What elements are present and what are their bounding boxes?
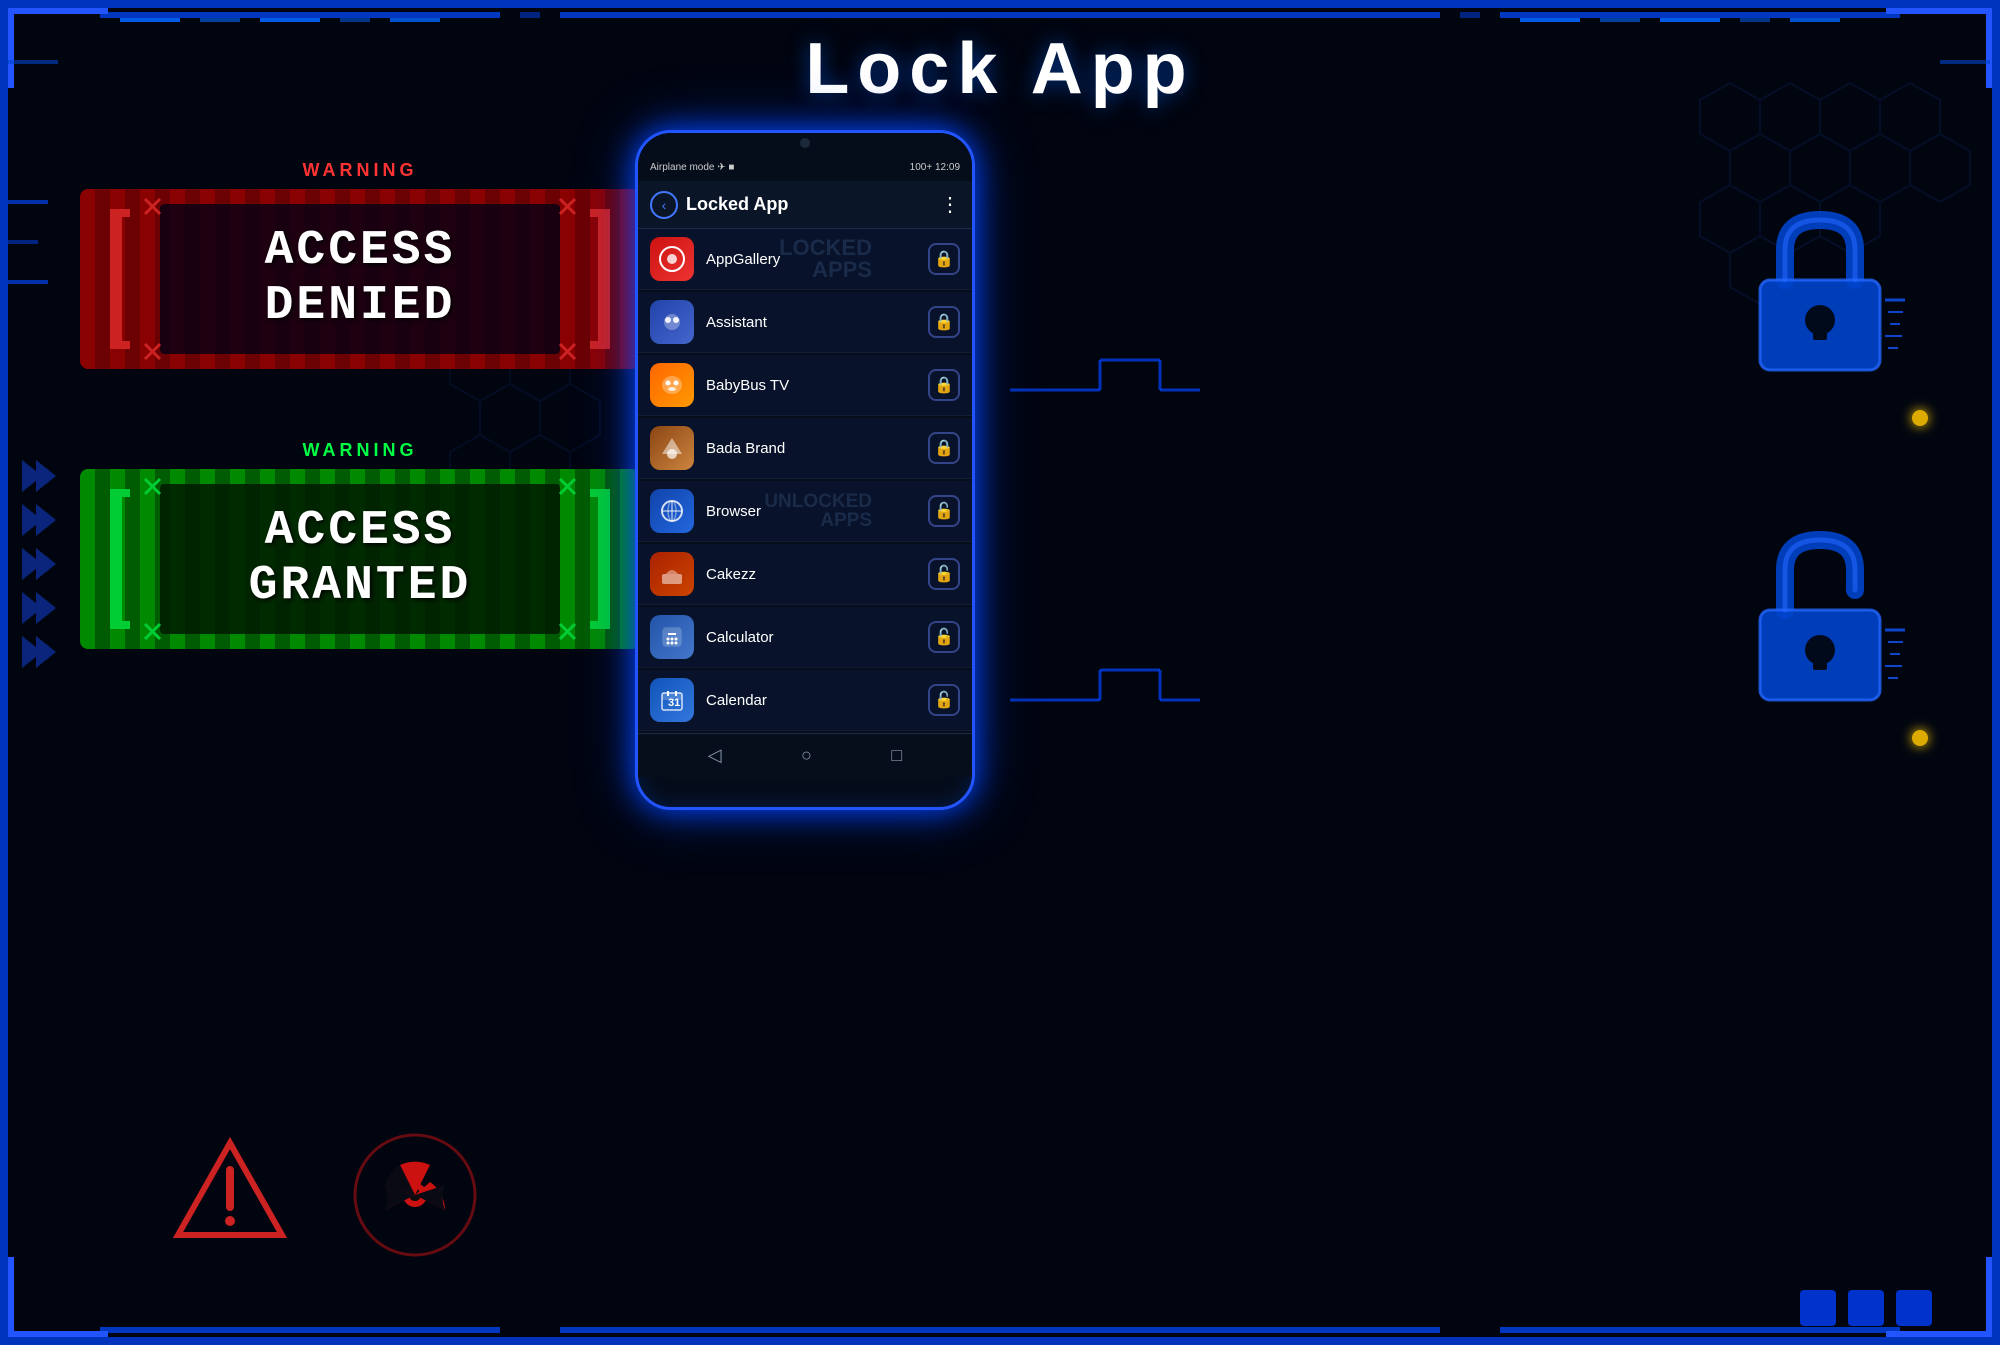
app-icon-bada (650, 426, 694, 470)
status-bar-left: Airplane mode ✈ ■ (650, 162, 734, 173)
more-options-button[interactable]: ⋮ (940, 192, 960, 217)
page-title: Lock App (805, 28, 1194, 110)
phone-nav-bar: ◁ ○ □ (638, 733, 972, 777)
list-item[interactable]: Cakezz 🔓 (638, 544, 972, 605)
list-item[interactable]: Assistant 🔒 (638, 292, 972, 353)
app-icon-calculator (650, 615, 694, 659)
access-granted-box: ACCESS GRANTED (80, 469, 640, 649)
app-name: Assistant (706, 314, 928, 331)
access-granted-line2: GRANTED (249, 559, 472, 614)
access-granted-section: WARNING (80, 440, 640, 649)
back-button[interactable]: ‹ (650, 191, 678, 219)
list-item[interactable]: 31 Calendar 🔓 (638, 670, 972, 731)
app-header-title: Locked App (686, 194, 940, 215)
access-denied-box: ACCESS DENIED (80, 189, 640, 369)
camera-dot (800, 138, 810, 148)
lock-button[interactable]: 🔓 (928, 495, 960, 527)
list-item[interactable]: Bada Brand 🔒 (638, 418, 972, 479)
lock-button[interactable]: 🔒 (928, 432, 960, 464)
warning-label-granted: WARNING (80, 440, 640, 461)
app-icon-babybus (650, 363, 694, 407)
list-item[interactable]: Calculator 🔓 (638, 607, 972, 668)
lock-button[interactable]: 🔒 (928, 306, 960, 338)
app-icon-assistant (650, 300, 694, 344)
app-name: Calendar (706, 692, 928, 709)
lock-button[interactable]: 🔓 (928, 621, 960, 653)
app-name: Cakezz (706, 566, 928, 583)
app-name: Bada Brand (706, 440, 928, 457)
phone-container: Airplane mode ✈ ■ 100+ 12:09 ‹ Locked Ap… (635, 130, 975, 1180)
radiation-icon (350, 1130, 480, 1260)
warning-label-denied: WARNING (80, 160, 640, 181)
indicator-dot-2 (1912, 730, 1928, 746)
app-name: Calculator (706, 629, 928, 646)
home-nav-button[interactable]: ○ (801, 745, 812, 766)
list-item[interactable]: Browser UNLOCKEDAPPS 🔓 (638, 481, 972, 542)
access-granted-line1: ACCESS (249, 504, 472, 559)
access-denied-line2: DENIED (265, 279, 456, 334)
indicator-dot-1 (1912, 410, 1928, 426)
recent-nav-button[interactable]: □ (891, 745, 902, 766)
app-icon-calendar: 31 (650, 678, 694, 722)
phone-app-header: ‹ Locked App ⋮ (638, 181, 972, 229)
lock-button[interactable]: 🔒 (928, 243, 960, 275)
back-nav-button[interactable]: ◁ (708, 745, 722, 766)
list-item[interactable]: AppGallery LOCKEDAPPS 🔒 (638, 229, 972, 290)
lock-button[interactable]: 🔓 (928, 684, 960, 716)
access-denied-section: WARNING (80, 160, 640, 369)
app-icon-browser (650, 489, 694, 533)
phone-top-area (638, 133, 972, 153)
unlocked-watermark: UNLOCKEDAPPS (764, 492, 872, 530)
locked-padlock-icon (1730, 200, 1910, 380)
unlocked-padlock-icon (1730, 530, 1910, 710)
lock-button[interactable]: 🔓 (928, 558, 960, 590)
warning-triangle-icon (170, 1135, 290, 1245)
list-item[interactable]: BabyBus TV 🔒 (638, 355, 972, 416)
locked-watermark: LOCKEDAPPS (779, 237, 872, 281)
status-bar-right: 100+ 12:09 (910, 162, 960, 173)
app-name: BabyBus TV (706, 377, 928, 394)
phone-frame: Airplane mode ✈ ■ 100+ 12:09 ‹ Locked Ap… (635, 130, 975, 810)
access-denied-line1: ACCESS (265, 224, 456, 279)
svg-text:31: 31 (668, 697, 680, 709)
app-list: AppGallery LOCKEDAPPS 🔒 Assistant 🔒 Baby… (638, 229, 972, 733)
phone-status-bar: Airplane mode ✈ ■ 100+ 12:09 (638, 153, 972, 181)
app-icon-appgallery (650, 237, 694, 281)
app-icon-cakezz (650, 552, 694, 596)
lock-button[interactable]: 🔒 (928, 369, 960, 401)
